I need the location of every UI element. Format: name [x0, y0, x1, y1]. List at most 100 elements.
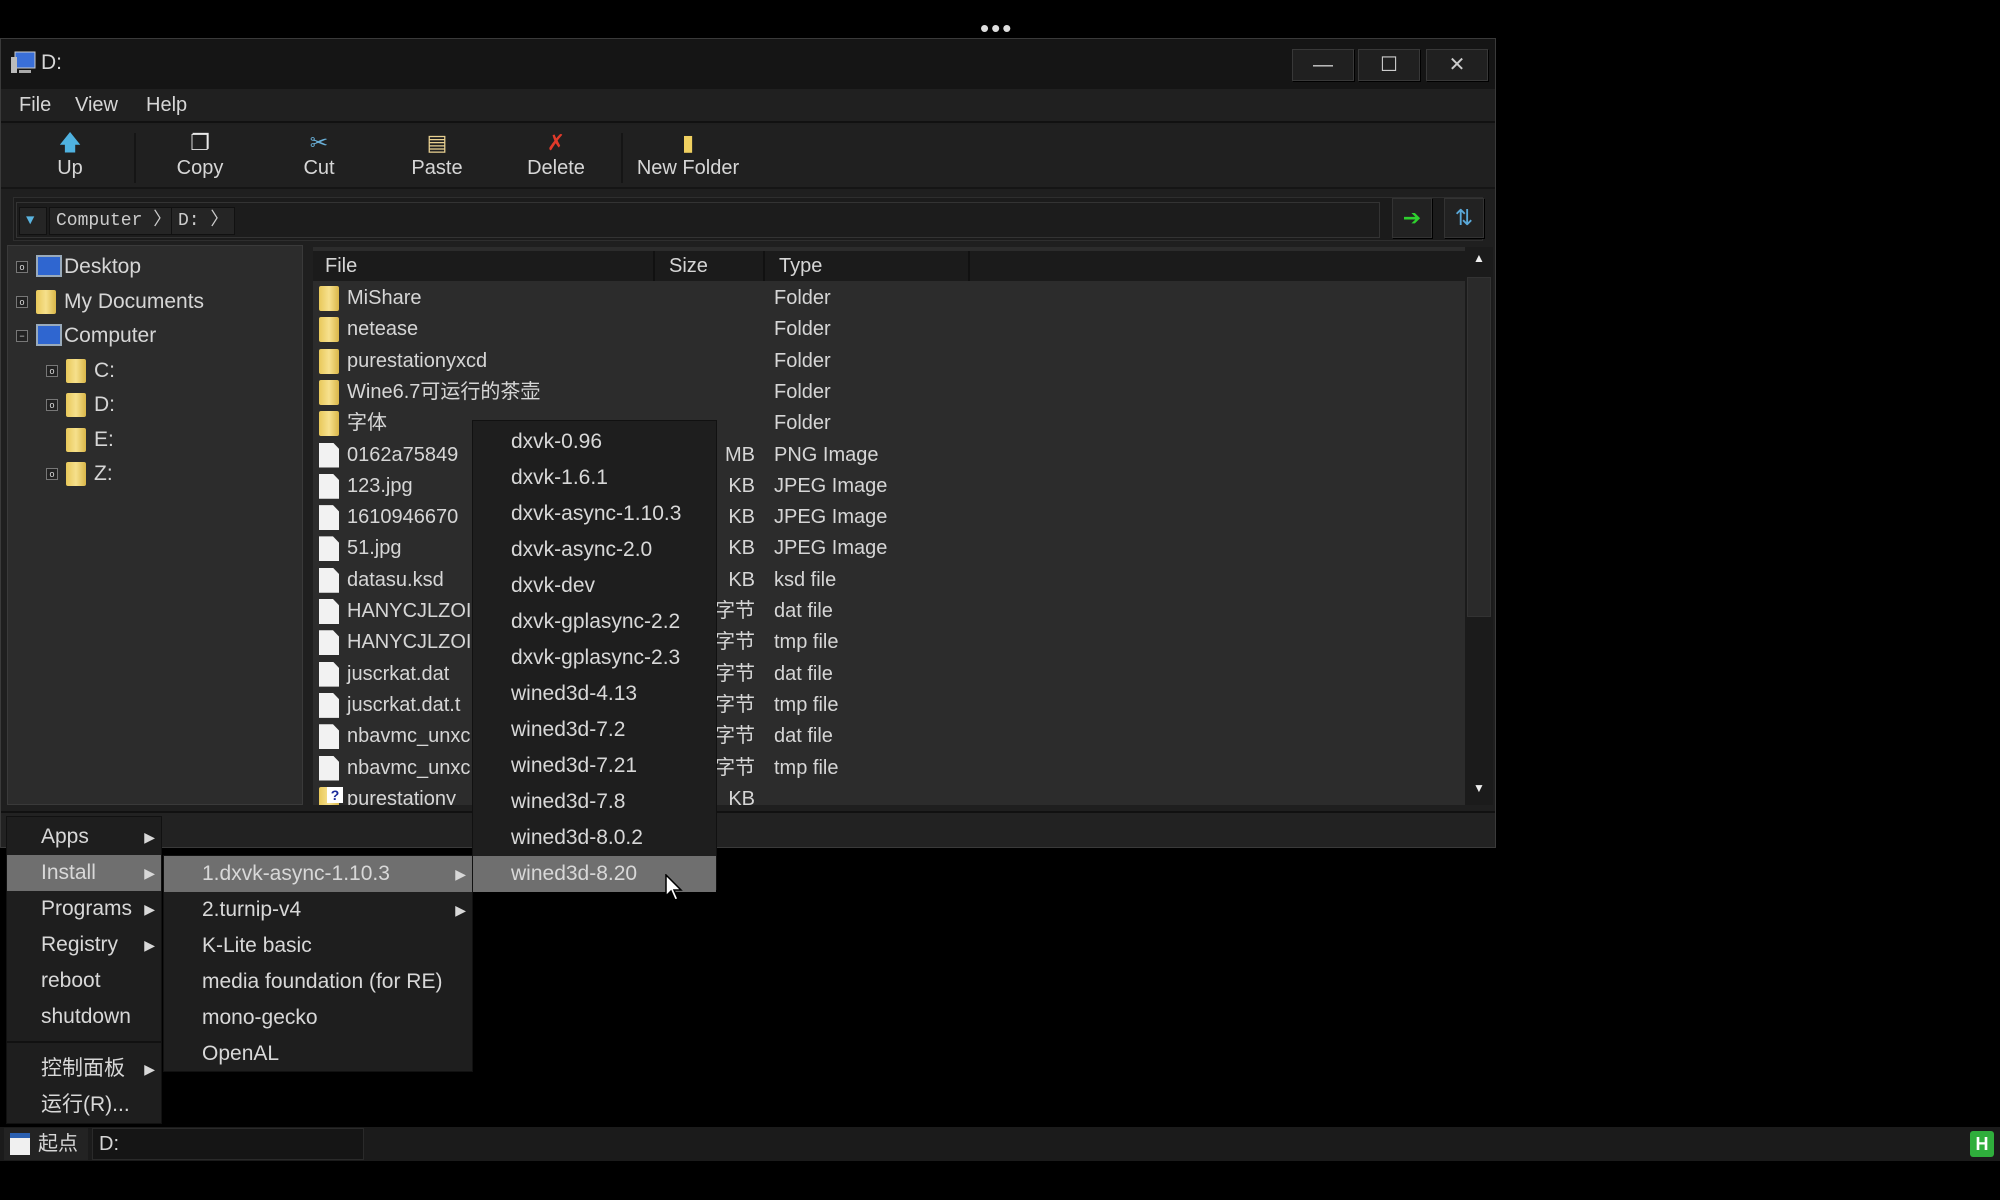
start-menu-item[interactable]: reboot — [7, 963, 161, 999]
dxvk-menu-item[interactable]: dxvk-1.6.1 — [473, 460, 716, 496]
scroll-down-arrow-icon[interactable]: ▼ — [1469, 781, 1489, 801]
file-list-header: File Size Type — [313, 251, 1465, 281]
file-name: 字体 — [347, 412, 387, 435]
start-menu-item[interactable]: 控制面板 ▶ — [7, 1051, 161, 1087]
menu-view[interactable]: View — [75, 94, 118, 117]
address-dropdown-button[interactable]: ▼ — [19, 207, 47, 235]
file-row[interactable]: purestationyxcd Folder — [313, 346, 1453, 377]
tree-item-mydocuments[interactable]: o My Documents — [12, 285, 298, 319]
folder-icon — [319, 411, 339, 437]
delete-button[interactable]: ✗ Delete — [501, 129, 611, 185]
file-row[interactable]: netease Folder — [313, 314, 1453, 345]
folder-icon — [66, 462, 86, 486]
start-menu-item[interactable]: Registry ▶ — [7, 927, 161, 963]
expand-toggle-icon[interactable]: − — [16, 330, 28, 342]
start-menu-item[interactable]: Install ▶ — [7, 855, 161, 891]
up-button[interactable]: 🡅 Up — [15, 129, 125, 185]
taskbar-window-button[interactable]: D: — [92, 1128, 364, 1160]
install-menu-item[interactable]: 2.turnip-v4 ▶ — [164, 892, 472, 928]
file-row[interactable]: MiShare Folder — [313, 283, 1453, 314]
dxvk-menu-item[interactable]: wined3d-4.13 — [473, 676, 716, 712]
dxvk-menu-item[interactable]: dxvk-dev — [473, 568, 716, 604]
dxvk-menu-item[interactable]: dxvk-async-2.0 — [473, 532, 716, 568]
file-type: JPEG Image — [774, 506, 888, 529]
menu-item-label: Registry — [41, 933, 119, 956]
menu-help[interactable]: Help — [146, 94, 187, 117]
expand-toggle-icon[interactable]: o — [46, 364, 58, 377]
copy-label: Copy — [176, 157, 224, 179]
file-name: nbavmc_unxc — [347, 756, 471, 779]
start-menu-item[interactable]: Apps ▶ — [7, 819, 161, 855]
dxvk-menu-item[interactable]: dxvk-gplasync-2.2 — [473, 604, 716, 640]
tree-item-computer[interactable]: − Computer — [12, 319, 298, 353]
menu-item-label: wined3d-8.0.2 — [511, 826, 643, 849]
file-type: Folder — [774, 349, 831, 372]
new-folder-button[interactable]: ▮ New Folder — [627, 129, 749, 185]
expand-toggle-icon[interactable]: o — [16, 295, 28, 308]
dxvk-menu-item[interactable]: wined3d-7.21 — [473, 748, 716, 784]
dxvk-menu-item[interactable]: dxvk-async-1.10.3 — [473, 496, 716, 532]
file-row[interactable]: Wine6.7可运行的茶壶 Folder — [313, 377, 1453, 408]
window-title: D: — [41, 51, 62, 74]
dxvk-menu-item[interactable]: dxvk-0.96 — [473, 424, 716, 460]
file-name: purestationyxcd — [347, 349, 488, 372]
column-header-size[interactable]: Size — [657, 251, 765, 281]
menu-item-label: 运行(R)... — [41, 1093, 130, 1116]
refresh-arrows-icon[interactable]: ⇅ — [1444, 198, 1484, 238]
menu-item-label: wined3d-4.13 — [511, 682, 638, 705]
start-menu-item[interactable]: Programs ▶ — [7, 891, 161, 927]
file-type: Folder — [774, 287, 831, 309]
column-header-file[interactable]: File — [313, 251, 655, 281]
file-type: dat file — [774, 725, 833, 748]
start-button[interactable]: 起点 — [4, 1128, 88, 1160]
install-menu-item[interactable]: OpenAL — [164, 1036, 472, 1072]
file-type: tmp file — [774, 693, 839, 716]
scrollbar-thumb[interactable] — [1467, 277, 1491, 617]
tray-app-icon[interactable]: H — [1970, 1131, 1994, 1157]
menu-item-label: reboot — [41, 969, 101, 992]
scroll-up-arrow-icon[interactable]: ▲ — [1469, 251, 1489, 271]
install-menu-item[interactable]: 1.dxvk-async-1.10.3 ▶ — [164, 856, 472, 892]
window-drag-handle[interactable]: ••• — [980, 15, 1013, 41]
toolbar-separator — [621, 133, 623, 183]
copy-button[interactable]: ❐ Copy — [145, 129, 255, 185]
install-menu-item[interactable]: media foundation (for RE) — [164, 964, 472, 1000]
tree-item-e[interactable]: E: — [12, 423, 298, 457]
start-menu-item[interactable]: shutdown — [7, 999, 161, 1035]
cut-button[interactable]: ✂ Cut — [264, 129, 374, 185]
tree-item-c[interactable]: o C: — [12, 354, 298, 388]
title-bar[interactable]: D: — ☐ ✕ — [1, 39, 1495, 89]
tree-item-z[interactable]: o Z: — [12, 457, 298, 491]
expand-toggle-icon[interactable]: o — [46, 399, 58, 411]
paste-button[interactable]: ▤ Paste — [382, 129, 492, 185]
install-menu-item[interactable]: mono-gecko — [164, 1000, 472, 1036]
submenu-arrow-icon: ▶ — [144, 829, 155, 845]
dxvk-menu-item[interactable]: wined3d-8.0.2 — [473, 820, 716, 856]
file-type: JPEG Image — [774, 537, 888, 560]
maximize-button[interactable]: ☐ — [1358, 49, 1420, 81]
column-header-type[interactable]: Type — [767, 251, 970, 281]
vertical-scrollbar[interactable]: ▲ ▼ — [1465, 247, 1493, 805]
expand-toggle-icon[interactable]: o — [46, 468, 58, 480]
breadcrumb-computer[interactable]: Computer 〉 — [49, 207, 179, 235]
address-input[interactable]: ▼ Computer 〉 D: 〉 — [16, 202, 1380, 238]
menu-bar: File View Help — [1, 89, 1495, 123]
tree-item-d[interactable]: o D: — [12, 388, 298, 422]
menu-file[interactable]: File — [19, 94, 51, 117]
tree-item-label: E: — [94, 427, 114, 451]
file-name: purestationy — [347, 787, 456, 805]
start-menu-item[interactable]: 运行(R)... — [7, 1087, 161, 1123]
minimize-button[interactable]: — — [1292, 49, 1354, 81]
file-type: Folder — [774, 318, 831, 341]
go-arrow-icon[interactable]: ➔ — [1392, 198, 1432, 238]
close-button[interactable]: ✕ — [1426, 49, 1488, 81]
dxvk-menu-item[interactable]: dxvk-gplasync-2.3 — [473, 640, 716, 676]
dxvk-menu-item[interactable]: wined3d-7.2 — [473, 712, 716, 748]
clipboard-icon: ▤ — [426, 130, 448, 155]
folder-tree: o Desktop o My Documents − Computer o C: o D: E: o Z… — [7, 245, 303, 805]
breadcrumb-d[interactable]: D: 〉 — [171, 207, 236, 235]
install-menu-item[interactable]: K-Lite basic — [164, 928, 472, 964]
expand-toggle-icon[interactable]: o — [16, 261, 28, 273]
tree-item-desktop[interactable]: o Desktop — [12, 250, 298, 284]
dxvk-menu-item[interactable]: wined3d-7.8 — [473, 784, 716, 820]
